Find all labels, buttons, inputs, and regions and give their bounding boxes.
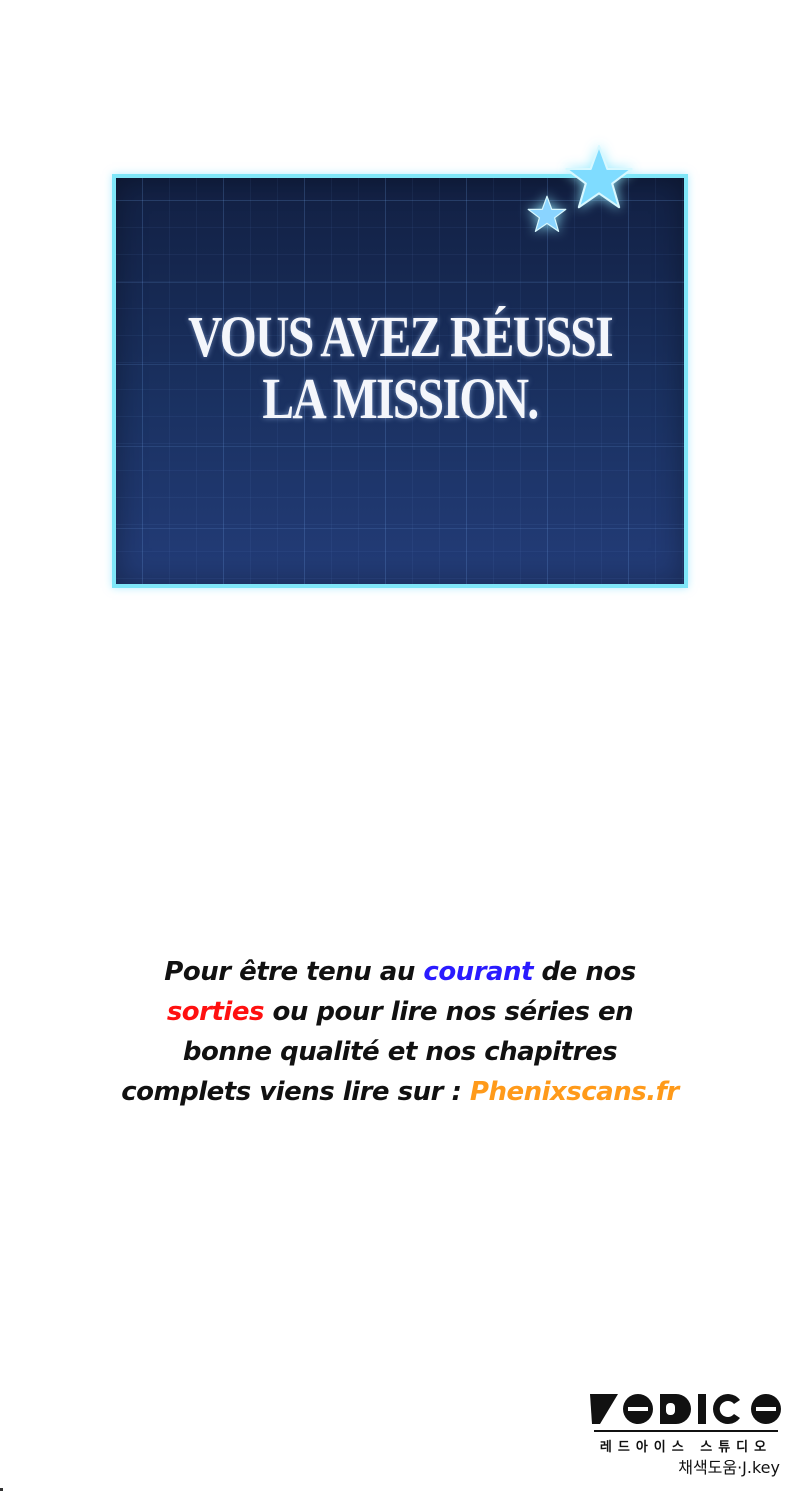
mission-line-1: VOUS AVEZ RÉUSSI (188, 304, 614, 369)
logo-divider (594, 1430, 778, 1432)
mission-complete-text: VOUS AVEZ RÉUSSI LA MISSION. (167, 306, 633, 430)
star-small-icon (527, 195, 567, 232)
promo-message: Pour être tenu au courant de nos sorties … (120, 952, 680, 1112)
promo-text-2: de nos (533, 957, 637, 987)
promo-highlight-sorties: sorties (166, 997, 265, 1027)
promo-highlight-courant: courant (423, 957, 533, 987)
promo-text-1: Pour être tenu au (164, 957, 424, 987)
mission-panel: VOUS AVEZ RÉUSSI LA MISSION. (112, 174, 688, 588)
studio-logo: 레드아이스 스튜디오 (588, 1390, 784, 1455)
mission-line-2: LA MISSION. (262, 366, 539, 431)
corner-mark (0, 1488, 3, 1491)
studio-korean-name: 레드아이스 스튜디오 (599, 1440, 773, 1455)
star-large-icon (565, 145, 633, 209)
redice-logo-icon (590, 1394, 781, 1424)
promo-site-link[interactable]: Phenixscans.fr (470, 1077, 679, 1107)
color-credit: 채색도움·J.key (678, 1458, 780, 1477)
